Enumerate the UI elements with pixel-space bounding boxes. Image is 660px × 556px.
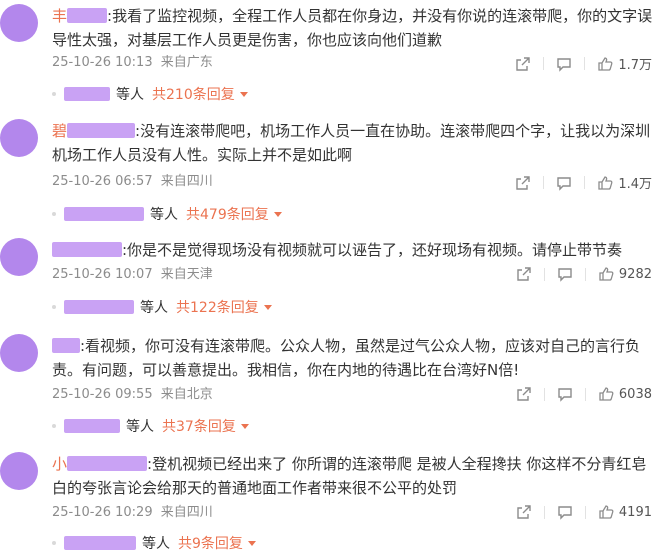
- comment-actions: 9282: [516, 266, 652, 282]
- thumbs-up-icon: [599, 387, 614, 401]
- reply-summary: 等人 共37条回复: [52, 416, 249, 436]
- view-replies-link[interactable]: 共479条回复: [186, 204, 282, 224]
- comment-location: 来自天津: [160, 267, 213, 282]
- comment-icon[interactable]: [557, 504, 573, 520]
- like-count: 1.4万: [618, 177, 652, 192]
- thumbs-up-icon: [599, 267, 614, 281]
- reply-user-redaction: [64, 419, 120, 433]
- comment-body: 碧:没有连滚带爬吧，机场工作人员一直在协助。连滚带爬四个字，让我以为深圳机场工作…: [52, 119, 656, 167]
- like-count: 4191: [618, 504, 652, 520]
- username-redaction: [52, 338, 80, 353]
- view-replies-link[interactable]: 共37条回复: [162, 416, 249, 436]
- like-count: 1.7万: [618, 58, 652, 73]
- avatar[interactable]: [0, 334, 38, 372]
- comment-location: 来自四川: [160, 505, 213, 520]
- comment-icon[interactable]: [557, 266, 573, 282]
- chevron-down-icon: [273, 211, 282, 217]
- like-button[interactable]: 1.7万: [597, 54, 652, 73]
- comment-time: 25-10-26 10:07: [52, 267, 153, 282]
- avatar[interactable]: [0, 4, 38, 42]
- comment-body: 小:登机视频已经出来了 你所谓的连滚带爬 是被人全程搀扶 你这样不分青红皂白的夸…: [52, 452, 656, 500]
- like-count: 6038: [618, 386, 652, 402]
- reply-user-redaction: [64, 300, 134, 314]
- reply-user-redaction: [64, 87, 110, 101]
- share-icon[interactable]: [516, 504, 532, 520]
- view-replies-link[interactable]: 共9条回复: [178, 533, 256, 553]
- comment-meta: 25-10-26 06:57 来自四川: [52, 173, 217, 191]
- share-icon[interactable]: [516, 266, 532, 282]
- like-count: 9282: [618, 266, 652, 282]
- reply-summary: 等人 共210条回复: [52, 84, 248, 104]
- chevron-down-icon: [240, 423, 249, 429]
- comment-text: :我看了监控视频，全程工作人员都在你身边，并没有你说的连滚带爬，你的文字误导性太…: [52, 7, 653, 49]
- comment-location: 来自广东: [160, 55, 213, 70]
- avatar[interactable]: [0, 452, 38, 490]
- comment-location: 来自四川: [160, 174, 213, 189]
- reply-summary: 等人 共9条回复: [52, 533, 256, 553]
- share-icon[interactable]: [515, 175, 531, 191]
- comment-time: 25-10-26 10:29: [52, 505, 153, 520]
- comment-body: :你是不是觉得现场没有视频就可以诬告了，还好现场有视频。请停止带节奏: [52, 238, 656, 262]
- comment-meta: 25-10-26 10:29 来自四川: [52, 504, 217, 522]
- avatar[interactable]: [0, 119, 38, 157]
- username-redaction: [67, 8, 108, 23]
- comment-meta: 25-10-26 10:07 来自天津: [52, 266, 217, 284]
- username-redaction: [67, 123, 136, 138]
- thumbs-up-icon: [598, 56, 613, 71]
- username[interactable]: 碧: [52, 122, 67, 140]
- comment-icon[interactable]: [556, 175, 572, 191]
- reply-summary: 等人 共122条回复: [52, 297, 272, 317]
- username[interactable]: 小: [52, 455, 67, 473]
- reply-user-redaction: [64, 536, 136, 550]
- chevron-down-icon: [239, 91, 248, 97]
- comment-icon[interactable]: [557, 386, 573, 402]
- comment-meta: 25-10-26 09:55 来自北京: [52, 386, 217, 404]
- like-button[interactable]: 6038: [598, 386, 652, 402]
- chevron-down-icon: [247, 540, 256, 546]
- like-button[interactable]: 9282: [598, 266, 652, 282]
- comment-text: :没有连滚带爬吧，机场工作人员一直在协助。连滚带爬四个字，让我以为深圳机场工作人…: [52, 122, 651, 164]
- reply-user-redaction: [64, 207, 144, 221]
- comment-location: 来自北京: [160, 387, 213, 402]
- comment-actions: 1.4万: [515, 173, 652, 192]
- comment-text: :看视频，你可没有连滚带爬。公众人物，虽然是过气公众人物，应该对自己的言行负责。…: [52, 337, 641, 379]
- view-replies-link[interactable]: 共210条回复: [152, 84, 248, 104]
- thumbs-up-icon: [599, 505, 614, 519]
- username-redaction: [52, 242, 122, 257]
- thumbs-up-icon: [598, 175, 613, 190]
- comment-actions: 1.7万: [515, 54, 652, 73]
- view-replies-link[interactable]: 共122条回复: [176, 297, 272, 317]
- share-icon[interactable]: [515, 56, 531, 72]
- comment-actions: 4191: [516, 504, 652, 520]
- like-button[interactable]: 1.4万: [597, 173, 652, 192]
- comment-body: :看视频，你可没有连滚带爬。公众人物，虽然是过气公众人物，应该对自己的言行负责。…: [52, 334, 656, 382]
- avatar[interactable]: [0, 238, 38, 276]
- comment-time: 25-10-26 10:13: [52, 55, 153, 70]
- comment-time: 25-10-26 09:55: [52, 387, 153, 402]
- chevron-down-icon: [263, 304, 272, 310]
- comment-body: 丰:我看了监控视频，全程工作人员都在你身边，并没有你说的连滚带爬，你的文字误导性…: [52, 4, 656, 52]
- comment-text: :你是不是觉得现场没有视频就可以诬告了，还好现场有视频。请停止带节奏: [122, 241, 623, 259]
- comment-meta: 25-10-26 10:13 来自广东: [52, 54, 217, 72]
- comment-time: 25-10-26 06:57: [52, 174, 153, 189]
- comment-actions: 6038: [516, 386, 652, 402]
- username[interactable]: 丰: [52, 7, 67, 25]
- username-redaction: [67, 456, 148, 471]
- like-button[interactable]: 4191: [598, 504, 652, 520]
- reply-summary: 等人 共479条回复: [52, 204, 282, 224]
- share-icon[interactable]: [516, 386, 532, 402]
- comment-icon[interactable]: [556, 56, 572, 72]
